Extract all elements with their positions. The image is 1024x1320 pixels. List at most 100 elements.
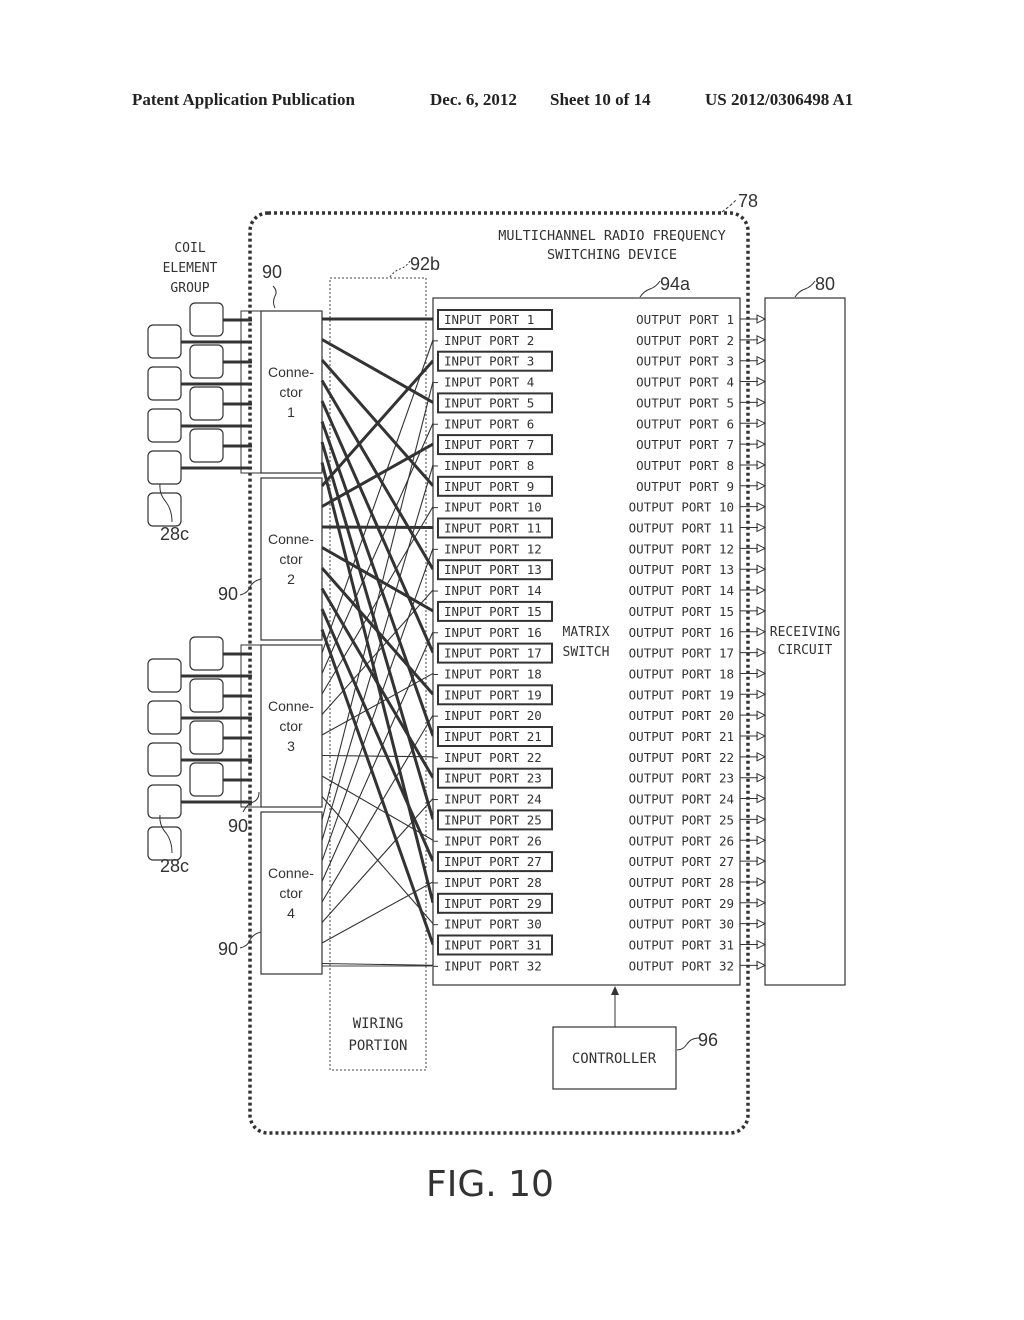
- coil-element: [189, 720, 224, 755]
- input-port-label: INPUT PORT 29: [444, 896, 542, 911]
- coil-element: [189, 678, 224, 713]
- output-arrow-head: [756, 856, 767, 866]
- wiring-ref-leader: [389, 260, 411, 278]
- wire: [320, 608, 435, 862]
- output-arrow-head: [756, 355, 767, 366]
- output-arrow-head: [756, 501, 767, 512]
- input-port-label: INPUT PORT 30: [444, 917, 542, 932]
- output-port-label: OUTPUT PORT 15: [629, 604, 734, 619]
- output-port-label: OUTPUT PORT 11: [629, 521, 734, 536]
- coil-element: [147, 492, 182, 527]
- matrix-ref-leader: [639, 280, 661, 298]
- wiring-label-1: WIRING: [353, 1016, 404, 1032]
- output-arrow-head: [756, 668, 767, 679]
- output-arrow-head: [756, 835, 767, 846]
- input-port-label: INPUT PORT 15: [444, 604, 542, 619]
- coil-element: [189, 302, 224, 337]
- input-port-label: INPUT PORT 22: [444, 750, 542, 765]
- connector-2-ref: 90: [218, 584, 238, 604]
- coil-element: [189, 428, 224, 463]
- coil-element: [189, 762, 224, 797]
- input-port-label: INPUT PORT 4: [444, 375, 534, 390]
- input-port-label: INPUT PORT 31: [444, 938, 542, 953]
- device-ref: 78: [738, 191, 758, 211]
- connector-label: Conne-: [268, 364, 314, 380]
- output-port-label: OUTPUT PORT 8: [636, 458, 734, 473]
- output-arrow-head: [756, 897, 767, 908]
- output-port-label: OUTPUT PORT 29: [629, 896, 734, 911]
- input-port-label: INPUT PORT 12: [444, 541, 542, 556]
- output-arrow-head: [756, 814, 767, 825]
- output-arrow-head: [756, 939, 767, 950]
- output-port-label: OUTPUT PORT 10: [629, 500, 734, 515]
- coil-ref-1-leader: [159, 483, 173, 523]
- receiving-circuit-box: [764, 297, 846, 986]
- input-port-label: INPUT PORT 6: [444, 416, 534, 431]
- connector-label: 3: [287, 738, 295, 754]
- output-port-label: OUTPUT PORT 28: [629, 875, 734, 890]
- output-arrow-head: [756, 460, 767, 470]
- connector-label: ctor: [279, 885, 303, 901]
- output-arrow-head: [756, 439, 767, 449]
- figure-diagram: 78 MULTICHANNEL RADIO FREQUENCY SWITCHIN…: [147, 191, 846, 1205]
- connector-1-ref-leader: [272, 285, 277, 309]
- connectors: Conne-ctor1Conne-ctor2Conne-ctor3Conne-c…: [260, 310, 323, 975]
- coil-element: [147, 408, 182, 443]
- output-arrow-head: [756, 397, 767, 408]
- output-arrow-head: [756, 710, 767, 720]
- output-port-label: OUTPUT PORT 27: [629, 854, 734, 869]
- input-port-label: INPUT PORT 16: [444, 625, 542, 640]
- output-arrow-head: [756, 772, 767, 783]
- output-port-label: OUTPUT PORT 23: [629, 771, 734, 786]
- coil-element: [147, 324, 182, 359]
- output-arrow-head: [756, 752, 767, 762]
- receiving-label-2: CIRCUIT: [778, 643, 833, 658]
- coil-element: [189, 344, 224, 379]
- connector-label: ctor: [279, 551, 303, 567]
- wire: [321, 525, 434, 529]
- output-arrow-head: [756, 960, 767, 971]
- output-port-label: OUTPUT PORT 19: [629, 687, 734, 702]
- output-arrow-head: [756, 335, 767, 345]
- input-port-label: INPUT PORT 1: [444, 312, 534, 327]
- input-port-label: INPUT PORT 7: [444, 437, 534, 452]
- input-port-label: INPUT PORT 3: [444, 354, 534, 369]
- input-port-label: INPUT PORT 28: [444, 875, 542, 890]
- output-port-label: OUTPUT PORT 7: [636, 437, 734, 452]
- input-port-label: INPUT PORT 9: [444, 479, 534, 494]
- output-port-label: OUTPUT PORT 20: [629, 708, 734, 723]
- controller-ref: 96: [698, 1030, 718, 1050]
- coil-element: [147, 700, 182, 735]
- connector-label: 1: [287, 404, 295, 420]
- connector-2: Conne-ctor 2: [260, 477, 323, 641]
- coil-group-label-2: ELEMENT: [163, 261, 218, 276]
- output-port-label: OUTPUT PORT 22: [629, 750, 734, 765]
- output-arrow-head: [756, 376, 767, 387]
- figure-caption: FIG. 10: [426, 1164, 554, 1205]
- matrix-ref: 94a: [660, 274, 691, 294]
- coil-element: [147, 366, 182, 401]
- connector-1-ref: 90: [262, 262, 282, 282]
- output-port-label: OUTPUT PORT 9: [636, 479, 734, 494]
- coil-ref-2-leader: [159, 814, 173, 854]
- output-port-label: OUTPUT PORT 30: [629, 917, 734, 932]
- output-arrow-head: [756, 606, 767, 616]
- output-port-label: OUTPUT PORT 25: [629, 812, 734, 827]
- receiving-ref: 80: [815, 274, 835, 294]
- output-port-label: OUTPUT PORT 26: [629, 833, 734, 848]
- wire: [321, 338, 434, 404]
- input-port-label: INPUT PORT 8: [444, 458, 534, 473]
- coil-group-label-3: GROUP: [170, 281, 209, 296]
- output-port-label: OUTPUT PORT 17: [629, 646, 734, 661]
- coil-element: [189, 636, 224, 671]
- output-arrow-head: [756, 877, 767, 887]
- output-port-label: OUTPUT PORT 5: [636, 395, 734, 410]
- input-port-label: INPUT PORT 21: [444, 729, 542, 744]
- output-port-label: OUTPUT PORT 12: [629, 541, 734, 556]
- wire: [321, 714, 434, 903]
- input-port-label: INPUT PORT 17: [444, 646, 542, 661]
- device-ref-leader: [721, 199, 737, 213]
- output-port-label: OUTPUT PORT 3: [636, 354, 734, 369]
- input-port-label: INPUT PORT 18: [444, 666, 542, 681]
- output-port-label: OUTPUT PORT 4: [636, 375, 734, 390]
